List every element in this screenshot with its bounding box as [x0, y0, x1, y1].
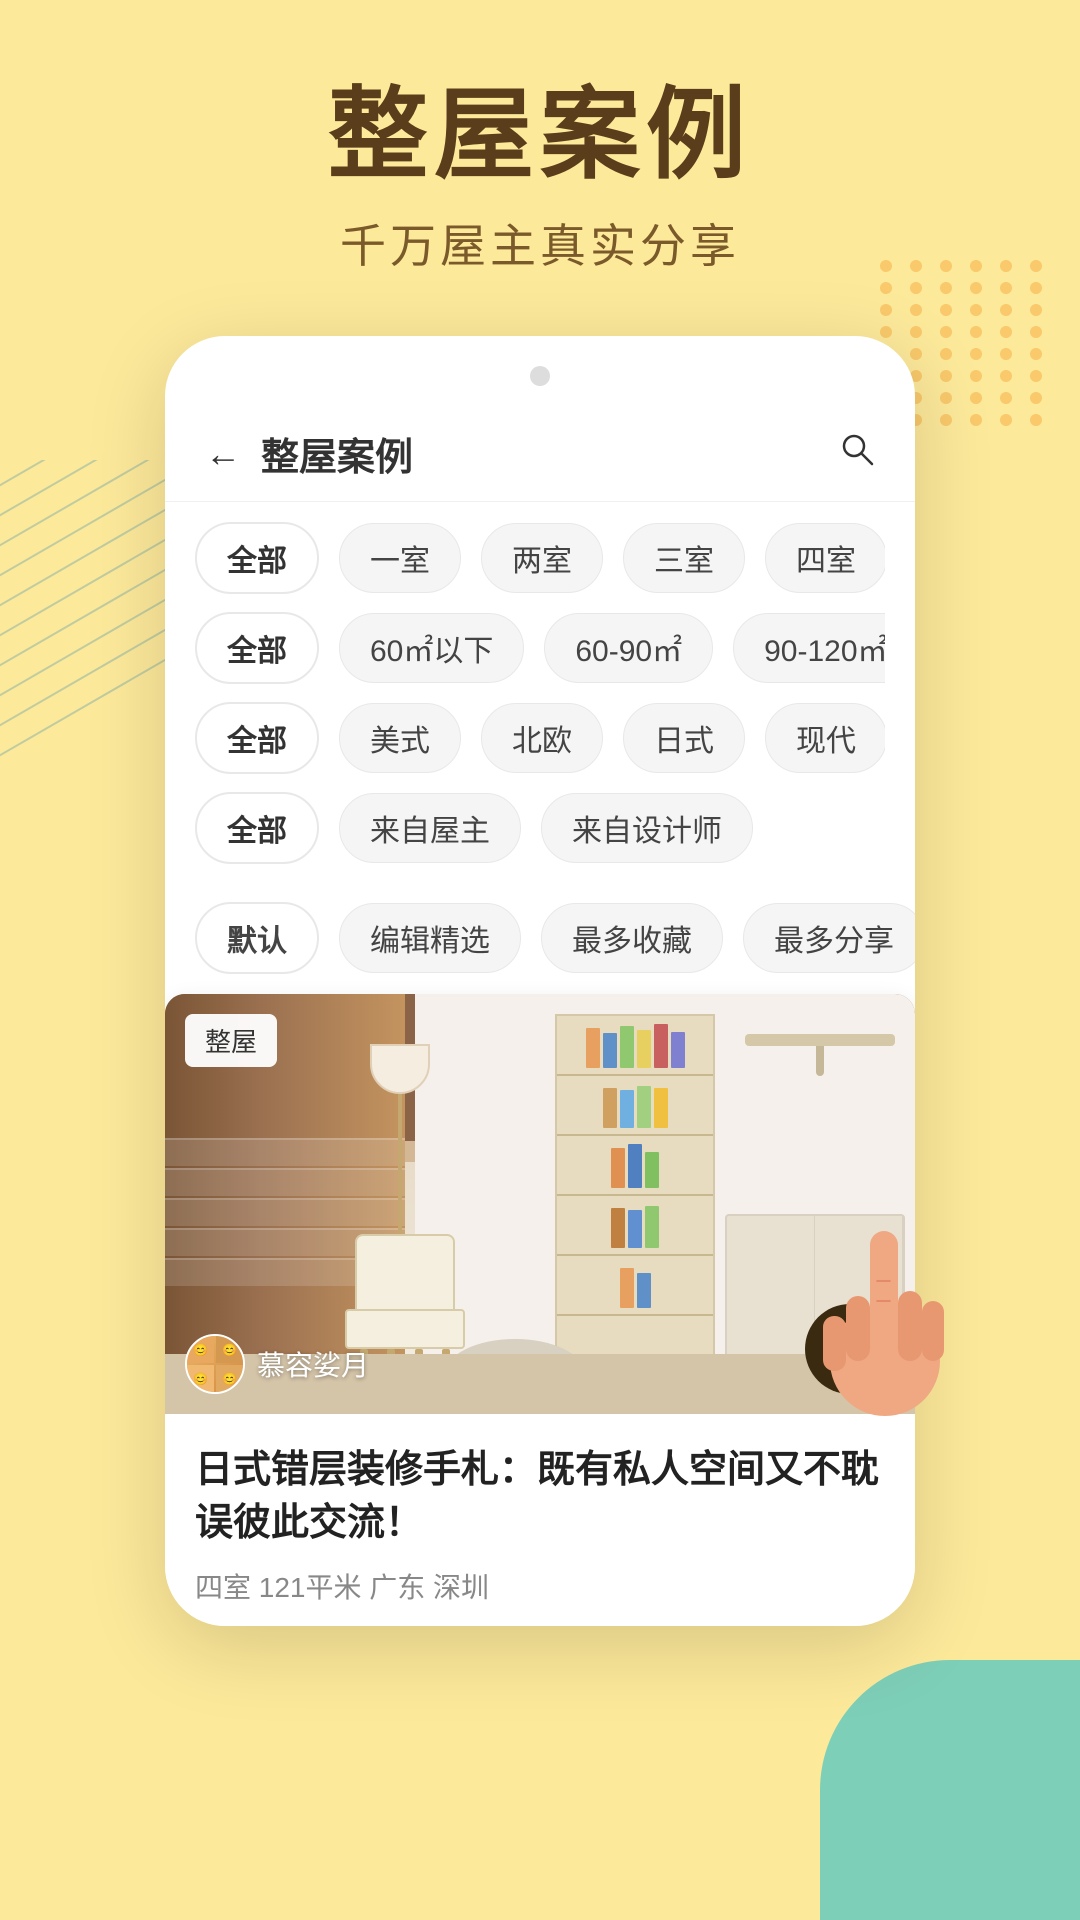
filter-row-style: 全部 美式 北欧 日式 现代 复古 [195, 702, 885, 774]
search-button[interactable] [839, 431, 875, 476]
app-header-title: 整屋案例 [261, 426, 839, 481]
filter-tag-all-source[interactable]: 全部 [195, 792, 319, 864]
filter-tag-all-room[interactable]: 全部 [195, 522, 319, 594]
bg-decoration-teal [820, 1660, 1080, 1920]
filter-tag-american[interactable]: 美式 [339, 703, 461, 773]
back-button[interactable]: ← [205, 433, 241, 475]
sort-most-saved[interactable]: 最多收藏 [541, 903, 723, 973]
card-tag: 整屋 [185, 1014, 277, 1067]
hero-title: 整屋案例 [0, 80, 1080, 190]
sort-default[interactable]: 默认 [195, 902, 319, 974]
phone-mockup: ← 整屋案例 全部 一室 两室 三室 四室 五室 全部 [165, 336, 915, 1626]
avatar-image: 😊 😊 😊 😊 [185, 1334, 245, 1394]
sort-most-shared[interactable]: 最多分享 [743, 903, 915, 973]
phone-mockup-container: ← 整屋案例 全部 一室 两室 三室 四室 五室 全部 [165, 336, 915, 1626]
card-image: 整屋 编辑 精选 😊 😊 😊 [165, 994, 915, 1414]
app-header: ← 整屋案例 [165, 406, 915, 502]
filter-section: 全部 一室 两室 三室 四室 五室 全部 60㎡以下 60-90㎡ 90-120… [165, 502, 915, 902]
avatar-name: 慕容娑月 [257, 1344, 369, 1384]
bg-diagonal-lines [0, 460, 190, 780]
filter-tag-all-style[interactable]: 全部 [195, 702, 319, 774]
phone-notch [530, 366, 550, 386]
card-avatar: 😊 😊 😊 😊 慕容娑月 [185, 1334, 369, 1394]
filter-tag-japanese[interactable]: 日式 [623, 703, 745, 773]
hero-subtitle: 千万屋主真实分享 [0, 210, 1080, 276]
filter-tag-four-room[interactable]: 四室 [765, 523, 885, 593]
hero-section: 整屋案例 千万屋主真实分享 [0, 0, 1080, 276]
filter-row-area: 全部 60㎡以下 60-90㎡ 90-120㎡ 120- [195, 612, 885, 684]
bookshelf [555, 1014, 715, 1394]
cat-shelf [745, 1004, 895, 1084]
filter-tag-two-room[interactable]: 两室 [481, 523, 603, 593]
filter-row-source: 全部 来自屋主 来自设计师 [195, 792, 885, 864]
filter-tag-area-60[interactable]: 60㎡以下 [339, 613, 524, 683]
sort-editor-pick[interactable]: 编辑精选 [339, 903, 521, 973]
card-meta: 四室 121平米 广东 深圳 [195, 1566, 885, 1606]
filter-tag-one-room[interactable]: 一室 [339, 523, 461, 593]
filter-row-room-type: 全部 一室 两室 三室 四室 五室 [195, 522, 885, 594]
filter-tag-owner[interactable]: 来自屋主 [339, 793, 521, 863]
filter-tag-area-60-90[interactable]: 60-90㎡ [544, 613, 713, 683]
case-card[interactable]: 整屋 编辑 精选 😊 😊 😊 [165, 994, 915, 1626]
filter-tag-all-area[interactable]: 全部 [195, 612, 319, 684]
floor-lamp [380, 1044, 420, 1244]
filter-tag-designer[interactable]: 来自设计师 [541, 793, 753, 863]
card-content: 日式错层装修手札：既有私人空间又不耽误彼此交流！ 四室 121平米 广东 深圳 [165, 1414, 915, 1626]
filter-tag-modern[interactable]: 现代 [765, 703, 885, 773]
card-title: 日式错层装修手札：既有私人空间又不耽误彼此交流！ [195, 1444, 885, 1550]
filter-tag-three-room[interactable]: 三室 [623, 523, 745, 593]
filter-tag-nordic[interactable]: 北欧 [481, 703, 603, 773]
hand-pointer-decoration [815, 1201, 955, 1426]
sort-row: 默认 编辑精选 最多收藏 最多分享 [165, 902, 915, 994]
filter-tag-area-90-120[interactable]: 90-120㎡ [733, 613, 885, 683]
